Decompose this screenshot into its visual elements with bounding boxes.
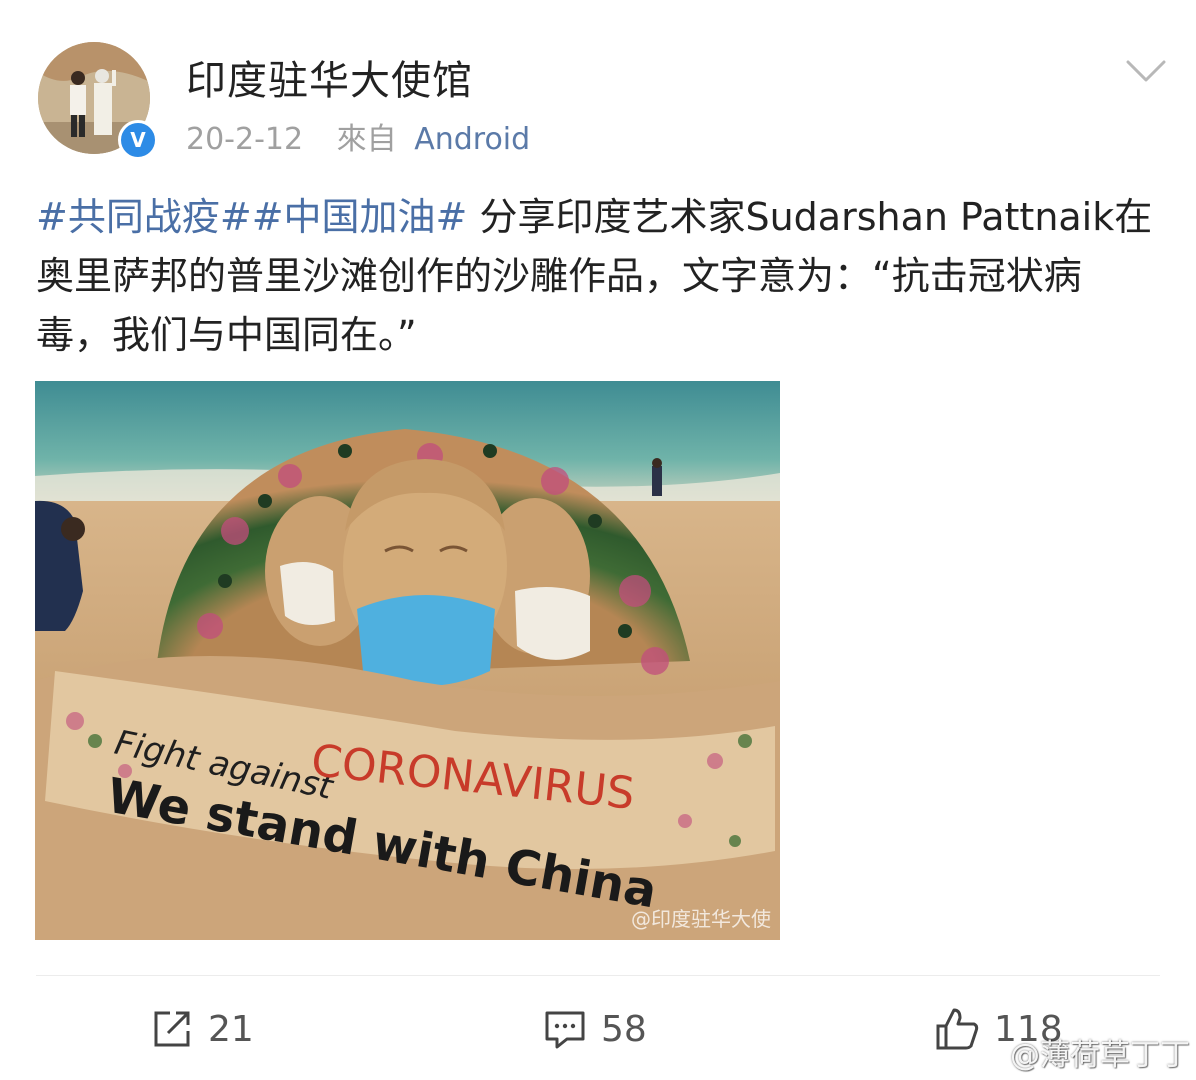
- comment-button[interactable]: 58: [543, 1006, 647, 1052]
- weibo-post: V 印度驻华大使馆 20-2-12 來自 Android #共同战疫##中国加油…: [0, 0, 1196, 1080]
- chevron-down-icon[interactable]: [1124, 56, 1168, 86]
- author-name[interactable]: 印度驻华大使馆: [186, 48, 473, 106]
- post-source-prefix: 來自: [336, 122, 397, 157]
- repost-button[interactable]: 21: [150, 1006, 254, 1052]
- post-image[interactable]: Fight against CORONAVIRUS We stand with …: [35, 381, 780, 940]
- repost-watermark: @薄荷草丁丁: [972, 1030, 1190, 1074]
- hashtag-link[interactable]: #共同战疫#: [36, 195, 252, 239]
- post-text: #共同战疫##中国加油# 分享印度艺术家Sudarshan Pattnaik在奥…: [36, 188, 1156, 365]
- post-meta: 20-2-12 來自 Android: [186, 114, 530, 158]
- repost-watermark-text: @薄荷草丁丁: [1010, 1038, 1190, 1073]
- verified-icon: V: [118, 120, 158, 160]
- post-date: 20-2-12: [186, 122, 304, 157]
- post-source-device: Android: [414, 122, 531, 157]
- comment-count: 58: [601, 1008, 647, 1050]
- weibo-logo-icon: [972, 1041, 1002, 1063]
- hashtag-link[interactable]: #中国加油#: [252, 195, 468, 239]
- image-watermark: @印度驻华大使: [631, 907, 771, 931]
- repost-icon: [154, 1011, 190, 1047]
- repost-count: 21: [208, 1008, 254, 1050]
- divider: [36, 975, 1160, 976]
- comment-icon: [545, 1011, 585, 1049]
